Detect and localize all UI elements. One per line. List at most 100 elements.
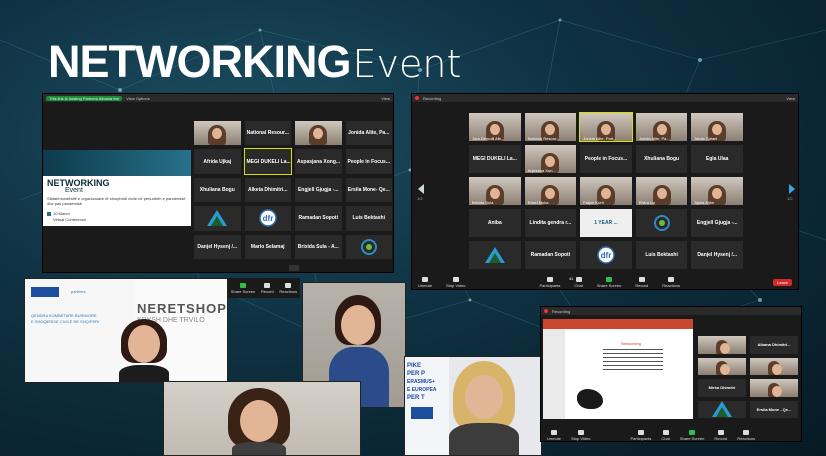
eu-flag-icon: [411, 407, 433, 419]
participant-tile[interactable]: Danjel Hysenj /...: [690, 240, 744, 270]
participant-tile[interactable]: Ersila Mone- Qe...: [344, 176, 393, 204]
participant-tile-logo[interactable]: [344, 233, 393, 260]
video-speaker-4: PIKE PER P ERASMUS+ E EUROPEA PER T: [404, 356, 542, 456]
participant-grid: National Resour... Jonida Alite, Pa... A…: [193, 120, 393, 260]
participant-tile-video[interactable]: Elvira Llo: [634, 176, 689, 206]
chat-button[interactable]: Chat: [574, 276, 583, 288]
participant-tile[interactable]: Brixida Sula - A...: [294, 233, 343, 260]
event-title: NETWORKINGEvent: [48, 36, 461, 88]
participant-tile[interactable]: Xhuliana Bogu: [634, 144, 689, 174]
participant-tile[interactable]: Afrida Ujkaj: [193, 148, 242, 175]
reactions-button[interactable]: Reactions: [737, 429, 755, 441]
participant-tile-video[interactable]: [193, 120, 242, 147]
participants-button[interactable]: Participants: [631, 429, 651, 441]
participant-tile[interactable]: Engjell Gjugja -...: [294, 176, 343, 204]
participant-tile[interactable]: Jonida Alite, Pa...: [344, 120, 393, 147]
participant-tile[interactable]: Mirka Dhimitri: [697, 378, 747, 398]
view-options-button[interactable]: View Options: [126, 96, 150, 101]
participant-tile-logo[interactable]: [468, 240, 522, 270]
zoom-toolbar: Unmute Stop Video Participants Chat Shar…: [541, 429, 801, 441]
speaker-1-person: [119, 319, 169, 382]
page-indicator-right: 1/2: [787, 196, 793, 201]
video-speaker-3: [163, 381, 361, 456]
record-icon: [638, 276, 645, 282]
record-button[interactable]: Record: [714, 429, 727, 441]
participant-tile[interactable]: People in Focus...: [579, 144, 633, 174]
participant-tile-video[interactable]: Ariola Galani: [690, 112, 744, 142]
record-button[interactable]: Record: [635, 276, 648, 288]
prev-page-arrow[interactable]: [418, 184, 424, 194]
unmute-button[interactable]: Unmute: [547, 429, 561, 441]
live-banner[interactable]: This link is hosting Partners Albania li…: [46, 95, 123, 101]
participant-tile-logo[interactable]: [634, 208, 689, 238]
reactions-button[interactable]: Reactions: [279, 282, 297, 294]
participant-tile[interactable]: Danjel Hysenj /...: [193, 233, 242, 260]
view-button[interactable]: View: [381, 96, 390, 101]
recording-label: Recording: [423, 95, 442, 101]
participant-tile-video[interactable]: Ajsha Alibe: [690, 176, 744, 206]
stop-video-button[interactable]: Stop Video: [571, 429, 591, 441]
participant-tile-video[interactable]: [749, 378, 799, 398]
participant-tile-video[interactable]: [697, 335, 747, 355]
participant-tile-active[interactable]: Jonida Alite, Part...: [579, 112, 633, 142]
participant-tile[interactable]: Aniba: [468, 208, 522, 238]
zoom-window-left: This link is hosting Partners Albania li…: [42, 93, 394, 273]
participant-tile[interactable]: Ramadan Sopoti: [294, 205, 343, 232]
share-screen-button[interactable]: Share Screen: [231, 282, 255, 294]
share-screen-button[interactable]: Share Screen: [680, 429, 704, 441]
participant-tile[interactable]: 1 YEAR ...: [579, 208, 633, 238]
participant-tile[interactable]: Ersila Mone - Qe...: [749, 399, 799, 419]
participant-tile-logo[interactable]: [697, 399, 747, 419]
participant-tile[interactable]: Luis Bektashi: [634, 240, 689, 270]
microphone-icon: [422, 276, 428, 282]
participant-tile[interactable]: Albana Dhimitri...: [749, 335, 799, 355]
participant-tile[interactable]: Mario Selamaj: [243, 233, 292, 260]
calendar-icon: [47, 212, 51, 216]
leave-button[interactable]: Leave: [773, 278, 792, 286]
participant-tile-video[interactable]: [294, 120, 343, 147]
participant-tile[interactable]: Engjell Gjugja -...: [690, 208, 744, 238]
participant-tile[interactable]: Ramadan Sopoti: [523, 240, 578, 270]
participant-tile[interactable]: People in Focus...: [344, 148, 393, 175]
participants-button[interactable]: Participants: [540, 276, 560, 288]
participant-tile-video[interactable]: Jonida Alite, Pa...: [634, 112, 689, 142]
view-button[interactable]: View: [786, 96, 795, 101]
unmute-button[interactable]: Unmute: [418, 276, 432, 288]
reactions-icon: [743, 429, 750, 435]
participant-tile-video[interactable]: Brixida Sula: [468, 176, 522, 206]
reactions-button[interactable]: Reactions: [662, 276, 680, 288]
participant-tile-logo[interactable]: [193, 205, 242, 232]
participant-tile[interactable]: MEGI DUKELI La...: [468, 144, 522, 174]
participant-tile-logo[interactable]: dfr: [243, 205, 292, 232]
microphone-icon: [551, 429, 557, 435]
participant-tile[interactable]: National Resour...: [243, 120, 292, 147]
participant-tile-video[interactable]: [697, 356, 747, 376]
share-screen-button[interactable]: Share Screen: [597, 276, 621, 288]
next-page-arrow[interactable]: [789, 184, 795, 194]
participant-tile-video[interactable]: Jora Demolli Alb...: [468, 112, 522, 142]
chevron-down-icon[interactable]: [289, 265, 299, 271]
participant-tile-video[interactable]: Anjezana Xon...: [523, 144, 578, 174]
participant-tile[interactable]: Aspasjana Xong...: [294, 148, 343, 175]
chat-button[interactable]: Chat: [661, 429, 670, 441]
erasmus-poster: PIKE PER P ERASMUS+ E EUROPEA PER T: [405, 357, 449, 455]
record-icon: [264, 282, 271, 288]
participant-tile-video[interactable]: National Resour...: [523, 112, 578, 142]
participant-tile[interactable]: Xhuliana Bogu: [193, 176, 242, 204]
participant-tile-video[interactable]: [749, 356, 799, 376]
participant-tile-active[interactable]: MEGI DUKELI La...: [243, 148, 292, 175]
participant-tile-video[interactable]: Enkel Muka: [523, 176, 578, 206]
zoom-window-right: Recording View 1/2 1/2 Jora Demolli Alb.…: [411, 93, 799, 290]
participant-tile[interactable]: Alketa Dhimitri...: [243, 176, 292, 204]
partners-albania-logo: [207, 210, 228, 227]
share-screen-icon: [606, 276, 613, 282]
stop-video-button[interactable]: Stop Video: [446, 276, 466, 288]
participant-tile[interactable]: Luis Bektashi: [344, 205, 393, 232]
shared-slide: NETWORKING Event Sfidat/mundësitë e orga…: [43, 150, 191, 226]
slide-title-light: Event: [65, 187, 83, 194]
participant-tile-video[interactable]: Fatjon Kurti: [579, 176, 633, 206]
participant-tile[interactable]: Egla Ulaa: [690, 144, 744, 174]
record-button[interactable]: Record: [261, 282, 274, 294]
participant-tile[interactable]: Lindita gendra r...: [523, 208, 578, 238]
participant-tile-logo[interactable]: dfr: [579, 240, 633, 270]
